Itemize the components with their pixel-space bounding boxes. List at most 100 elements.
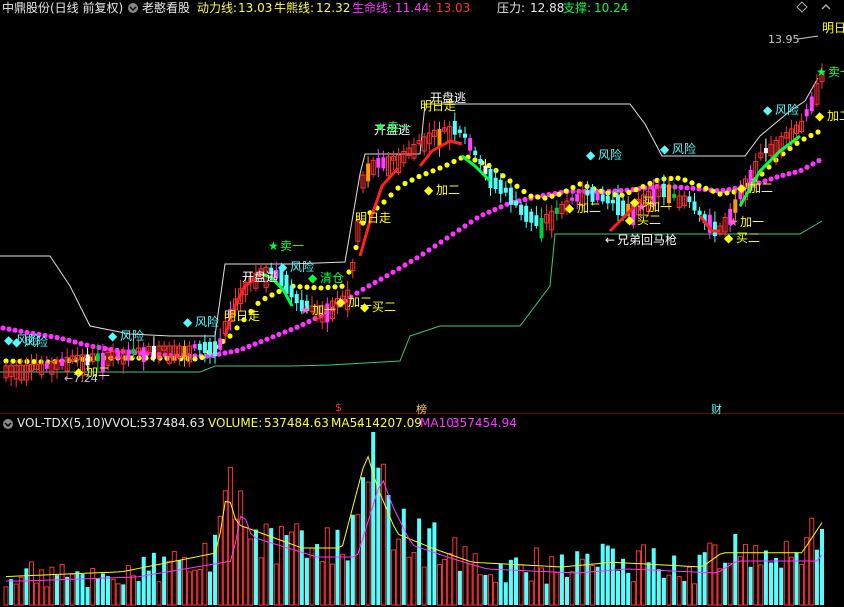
- volume-bar: [29, 561, 34, 606]
- vvol-label: VVOL:: [104, 416, 141, 430]
- volume-bar: [125, 565, 131, 606]
- indicator-name[interactable]: 老憨看股: [142, 0, 190, 16]
- signal-label: 风险: [672, 141, 696, 156]
- volume-bar: [269, 528, 274, 605]
- volume-bar: [13, 583, 19, 606]
- collapse-chevron-icon[interactable]: [820, 1, 832, 17]
- life-line-dot: [468, 219, 474, 225]
- momentum-line-dot: [507, 178, 513, 184]
- volume-bar: [595, 566, 600, 605]
- momentum-line-dot: [647, 180, 653, 187]
- volume-bar: [472, 553, 478, 606]
- volume-bar: [539, 567, 544, 606]
- life-line-dot: [228, 349, 234, 355]
- signal-icon: ◆: [108, 329, 118, 343]
- volume-bar: [646, 562, 651, 605]
- volume-bar: [243, 526, 249, 606]
- volume-bar: [106, 576, 110, 605]
- momentum-line-dot: [563, 188, 569, 194]
- life-line-dot: [54, 334, 60, 341]
- shengming-label: 生命线:: [352, 1, 393, 15]
- signal-icon: ◆: [336, 295, 346, 309]
- event-flag[interactable]: $: [335, 401, 342, 414]
- volume-bar: [783, 540, 789, 606]
- settings-gear-icon[interactable]: [127, 2, 139, 14]
- life-line-dot: [360, 286, 366, 292]
- volume-bar: [600, 543, 605, 605]
- signal-risk: ◆ 风险: [660, 141, 696, 156]
- candle-body: [534, 215, 539, 226]
- signal-go: 明日: [822, 21, 844, 35]
- candle-body: [585, 190, 590, 196]
- life-line-dot: [450, 231, 456, 237]
- life-line-dot: [684, 185, 690, 191]
- signal-icon: ◆: [278, 260, 288, 274]
- life-line-dot: [456, 227, 462, 233]
- momentum-line-dot: [255, 300, 261, 306]
- volume-bar: [391, 549, 397, 606]
- life-line-dot: [84, 342, 90, 348]
- candle-body: [600, 194, 605, 202]
- momentum-line-dot: [724, 190, 730, 196]
- life-line-dot: [672, 184, 678, 190]
- signal-icon: ★: [300, 303, 311, 317]
- stock-title[interactable]: 中鼎股份(日线 前复权): [2, 0, 123, 16]
- momentum-line-dot: [556, 191, 562, 197]
- volume-bar: [630, 581, 636, 606]
- volume-bar: [733, 534, 738, 605]
- volume-bar: [432, 522, 437, 605]
- volume-chart[interactable]: [0, 432, 844, 607]
- momentum-line-dot: [395, 185, 401, 191]
- momentum-line-dot: [682, 177, 688, 183]
- signal-label: 买: [642, 195, 654, 209]
- volume-bar: [177, 560, 182, 605]
- candle-body: [733, 199, 738, 213]
- volume-bar: [315, 544, 320, 605]
- candle-body: [687, 196, 692, 203]
- signal-icon: ◆: [360, 300, 370, 314]
- signal-label: 明日走: [224, 309, 260, 323]
- candle-body: [213, 341, 218, 357]
- momentum-line-dot: [31, 359, 37, 365]
- candle-body: [524, 205, 529, 222]
- volume-bar: [503, 582, 508, 605]
- volume-bar: [814, 549, 819, 605]
- signal-icon: ◆: [424, 183, 434, 197]
- signal-label: 加一: [312, 303, 336, 317]
- signal-icon: ◆: [660, 142, 670, 156]
- momentum-line-dot: [430, 168, 436, 174]
- signal-icon: ◆: [724, 231, 734, 245]
- life-line-dot: [252, 341, 258, 347]
- candle-body: [804, 109, 809, 117]
- volume-bar: [427, 528, 432, 605]
- signal-buy: ◆ 买二: [724, 231, 760, 245]
- diamond-icon[interactable]: [796, 1, 808, 17]
- candle-body: [197, 343, 202, 351]
- signal-add: ◆加二: [424, 183, 460, 197]
- candle-body: [381, 157, 386, 169]
- volume-bar: [335, 529, 340, 605]
- candle-body: [141, 347, 146, 363]
- volume-bar: [85, 587, 90, 605]
- signal-add: ◆加二: [737, 181, 773, 195]
- signal-buy: ◆ 买: [630, 195, 654, 209]
- volume-bar: [483, 575, 488, 605]
- volume-bar: [682, 580, 687, 605]
- volume-bar: [794, 552, 799, 605]
- volume-bar: [544, 583, 549, 605]
- life-line-dot: [294, 324, 300, 330]
- volume-bar: [727, 562, 733, 606]
- shengming-value: 11.44: [395, 1, 430, 15]
- momentum-line-dot: [710, 188, 716, 194]
- signal-label: 清仓: [320, 271, 344, 285]
- signal-label: 风险: [195, 314, 219, 329]
- signal-icon: ★: [375, 120, 386, 134]
- life-line-dot: [72, 339, 78, 345]
- volume-bar: [345, 560, 350, 605]
- life-line-dot: [390, 269, 396, 275]
- price-chart[interactable]: ◆ 风险 ◆ 风险◆ 风险◆ 风险◆ 风险 ◆ 风险◆ 风险◆ 风险开盘逃开盘逃开盘逃明日走明日走明…: [0, 16, 844, 416]
- candle-body: [692, 201, 697, 211]
- volume-indicator-name[interactable]: VOL-TDX(5,10): [17, 415, 105, 431]
- momentum-line-dot: [17, 358, 23, 364]
- life-line-dot: [816, 158, 822, 164]
